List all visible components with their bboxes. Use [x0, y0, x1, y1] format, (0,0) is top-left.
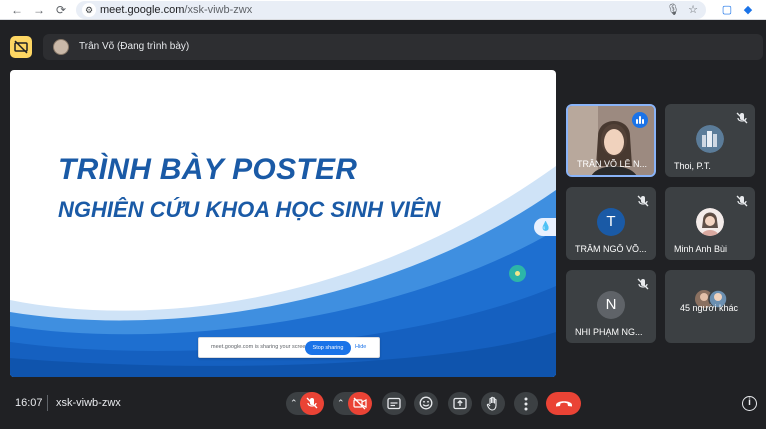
closed-captions-icon — [387, 397, 401, 410]
meeting-time: 16:07 — [15, 397, 43, 409]
mic-off-icon — [637, 195, 649, 207]
presenter-bar: Trân Võ (Đang trình bày) — [43, 34, 763, 60]
screen-share-notification: meet.google.com is sharing your screen. … — [198, 337, 380, 358]
end-call-icon — [556, 401, 572, 407]
raise-hand-icon — [486, 396, 497, 411]
forward-icon[interactable]: → — [32, 3, 46, 17]
present-now-button[interactable] — [448, 392, 472, 415]
camera-off-icon — [353, 397, 367, 410]
emoji-icon — [419, 396, 433, 410]
speaking-indicator-icon — [632, 112, 648, 128]
presenter-avatar — [53, 39, 69, 55]
meeting-info-icon[interactable]: i — [742, 396, 757, 411]
participant-tile[interactable]: TRÂN VÕ LÊ N... — [566, 104, 656, 177]
url-host: meet.google.com — [100, 4, 185, 16]
participant-name: TRÂM NGÔ VÕ... — [575, 244, 647, 254]
shared-screen: TRÌNH BÀY POSTER NGHIÊN CỨU KHOA HỌC SIN… — [10, 70, 556, 377]
more-vert-icon — [524, 397, 528, 411]
site-settings-icon[interactable]: ⚙ — [82, 3, 96, 17]
slide-subtitle: NGHIÊN CỨU KHOA HỌC SINH VIÊN — [58, 197, 441, 222]
participant-name: Thoi, P.T. — [674, 161, 711, 171]
participant-avatar — [696, 125, 724, 153]
more-options-button[interactable] — [514, 392, 538, 415]
microphone-icon[interactable]: 🎙 — [666, 3, 680, 17]
participant-tile[interactable]: Minh Anh Bùi — [665, 187, 755, 260]
presenter-name: Trân Võ (Đang trình bày) — [79, 41, 190, 52]
share-notice-text: meet.google.com is sharing your screen. — [211, 344, 311, 350]
url-path: /xsk-viwb-zwx — [184, 4, 253, 16]
address-bar[interactable]: ⚙ meet.google.com/xsk-viwb-zwx 🎙 ☆ — [76, 1, 706, 19]
raise-hand-button[interactable] — [481, 392, 505, 415]
profile-extension-icon[interactable]: ◆ — [741, 3, 755, 17]
participant-tile[interactable]: T TRÂM NGÔ VÕ... — [566, 187, 656, 260]
camera-options-chevron-icon[interactable]: ⌃ — [337, 398, 345, 409]
droplet-icon: 💧 — [540, 221, 552, 231]
participant-initial-avatar: N — [597, 291, 625, 319]
url-text: meet.google.com/xsk-viwb-zwx — [100, 4, 252, 16]
reload-icon[interactable]: ⟳ — [54, 3, 68, 17]
mic-off-icon — [736, 112, 748, 124]
cursor-highlight — [509, 265, 526, 282]
extension-icon[interactable]: ▢ — [720, 3, 734, 17]
participant-initial-avatar: T — [597, 208, 625, 236]
participant-name: TRÂN VÕ LÊ N... — [577, 159, 648, 169]
browser-toolbar: ← → ⟳ ⚙ meet.google.com/xsk-viwb-zwx 🎙 ☆… — [0, 0, 766, 20]
participant-name: Minh Anh Bùi — [674, 244, 728, 254]
present-screen-icon — [453, 397, 467, 410]
participant-name: NHI PHẠM NG... — [575, 327, 643, 337]
captions-button[interactable] — [382, 392, 406, 415]
participant-tile[interactable]: N NHI PHẠM NG... — [566, 270, 656, 343]
divider — [47, 395, 48, 411]
mic-off-icon — [306, 397, 318, 409]
more-participants-tile[interactable]: 45 người khác — [665, 270, 755, 343]
mic-options-chevron-icon[interactable]: ⌃ — [290, 398, 298, 409]
back-icon[interactable]: ← — [10, 3, 24, 17]
reactions-button[interactable] — [414, 392, 438, 415]
mic-toggle-button[interactable] — [300, 392, 324, 415]
participant-avatar — [696, 208, 724, 236]
participant-tile[interactable]: Thoi, P.T. — [665, 104, 755, 177]
presenting-icon[interactable] — [10, 36, 32, 58]
slide-background-waves — [10, 166, 556, 377]
stop-sharing-button[interactable]: Stop sharing — [305, 341, 351, 355]
side-panel-toggle[interactable]: 💧 — [534, 218, 556, 236]
leave-call-button[interactable] — [546, 392, 581, 415]
camera-toggle-button[interactable] — [348, 392, 372, 415]
mic-off-icon — [637, 278, 649, 290]
bookmark-star-icon[interactable]: ☆ — [686, 3, 700, 17]
meeting-code: xsk-viwb-zwx — [56, 397, 121, 409]
mic-off-icon — [736, 195, 748, 207]
slide-title: TRÌNH BÀY POSTER — [58, 153, 358, 186]
hide-button[interactable]: Hide — [355, 344, 366, 350]
more-participants-label: 45 người khác — [680, 303, 738, 313]
